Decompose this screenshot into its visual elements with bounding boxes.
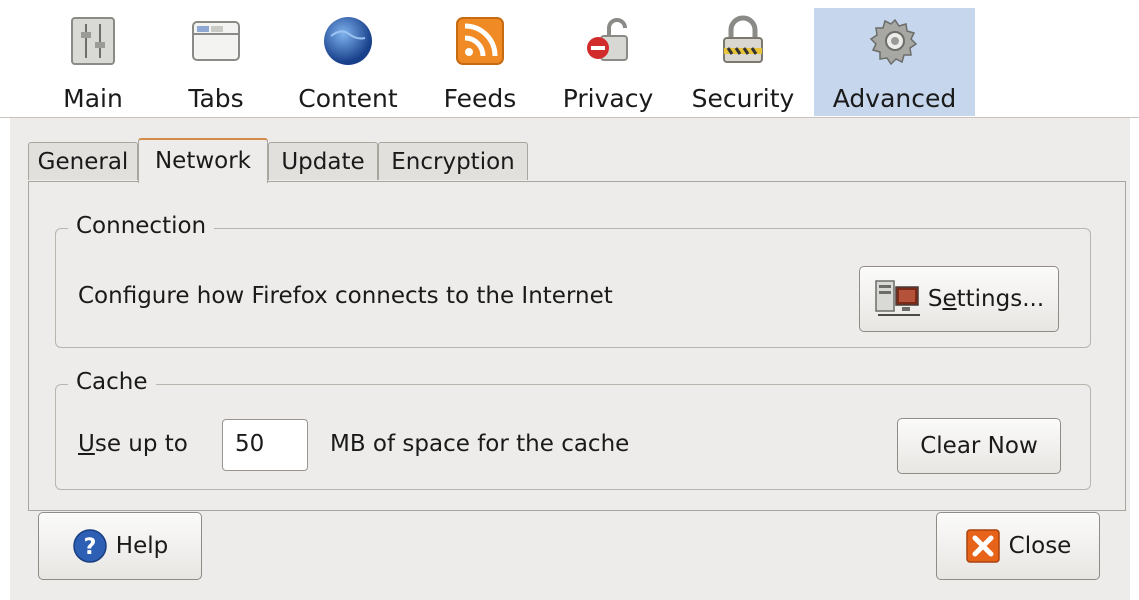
- connection-settings-button[interactable]: Settings...: [859, 266, 1059, 332]
- connection-group: Connection Configure how Firefox connect…: [55, 213, 1091, 348]
- close-icon: [965, 528, 1001, 564]
- rss-icon: [453, 14, 507, 68]
- gear-icon: [868, 14, 922, 68]
- help-button[interactable]: ? Help: [38, 512, 202, 580]
- connection-legend: Connection: [68, 213, 215, 239]
- cache-use-up-to-label: Use up to: [78, 431, 188, 457]
- toolbar-item-feeds[interactable]: Feeds: [432, 8, 528, 116]
- tab-general[interactable]: General: [28, 142, 138, 180]
- toolbar-label: Content: [298, 84, 398, 113]
- cache-size-field[interactable]: 50: [222, 419, 308, 471]
- toolbar-label: Feeds: [443, 84, 517, 113]
- tab-label: Update: [281, 149, 365, 175]
- connection-description: Configure how Firefox connects to the In…: [78, 283, 613, 309]
- toolbar-item-privacy[interactable]: Privacy: [556, 8, 660, 116]
- toolbar-item-content[interactable]: Content: [293, 8, 403, 116]
- tabs-icon: [189, 14, 243, 68]
- tab-update[interactable]: Update: [268, 142, 378, 180]
- toolbar-label: Security: [691, 84, 795, 113]
- main-icon: [66, 14, 120, 68]
- clear-cache-button[interactable]: Clear Now: [897, 418, 1061, 474]
- help-icon: ?: [72, 528, 108, 564]
- toolbar-label: Advanced: [832, 84, 957, 113]
- tab-label: Network: [154, 148, 252, 174]
- svg-text:?: ?: [83, 535, 96, 560]
- tab-label: General: [37, 149, 129, 175]
- help-button-label: Help: [115, 533, 169, 559]
- preferences-toolbar: Main Tabs Content Feeds Privacy Security…: [0, 0, 1139, 118]
- cache-legend: Cache: [68, 369, 156, 395]
- toolbar-item-tabs[interactable]: Tabs: [168, 8, 264, 116]
- privacy-lock-icon: [581, 14, 635, 68]
- close-button-label: Close: [1008, 533, 1072, 559]
- toolbar-item-advanced[interactable]: Advanced: [814, 8, 975, 116]
- toolbar-label: Tabs: [188, 84, 244, 113]
- toolbar-item-main[interactable]: Main: [45, 8, 141, 116]
- tab-label: Encryption: [391, 149, 515, 175]
- cache-group: Cache Use up to 50 MB of space for the c…: [55, 369, 1091, 490]
- toolbar-label: Privacy: [562, 84, 654, 113]
- dialog-body: General Network Update Encryption Connec…: [10, 118, 1130, 600]
- settings-button-label: Settings...: [927, 286, 1045, 312]
- toolbar-item-security[interactable]: Security: [683, 8, 803, 116]
- globe-icon: [321, 14, 375, 68]
- network-tab-panel: Connection Configure how Firefox connect…: [28, 181, 1126, 511]
- close-button[interactable]: Close: [936, 512, 1100, 580]
- toolbar-label: Main: [63, 84, 123, 113]
- cache-units-label: MB of space for the cache: [330, 431, 630, 457]
- network-settings-icon: [874, 277, 924, 321]
- tab-network[interactable]: Network: [138, 138, 268, 183]
- tab-encryption[interactable]: Encryption: [378, 142, 528, 180]
- padlock-icon: [716, 14, 770, 68]
